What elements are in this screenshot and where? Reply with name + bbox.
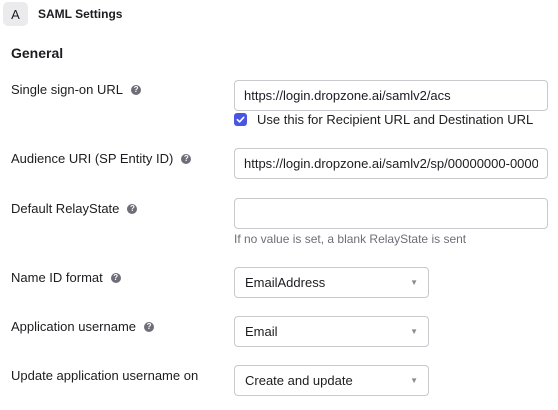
name-id-format-label-text: Name ID format: [11, 270, 103, 285]
settings-tab-header: A SAML Settings: [0, 0, 558, 28]
audience-uri-label-text: Audience URI (SP Entity ID): [11, 151, 174, 166]
recipient-url-checkbox[interactable]: [234, 113, 247, 126]
step-badge: A: [3, 2, 28, 26]
app-username-value: Email: [245, 324, 278, 339]
chevron-down-icon: ▼: [410, 376, 418, 385]
name-id-format-label: Name ID format ?: [11, 270, 121, 285]
chevron-down-icon: ▼: [410, 278, 418, 287]
audience-uri-label: Audience URI (SP Entity ID) ?: [11, 151, 192, 166]
sso-url-input[interactable]: [234, 80, 548, 111]
help-icon[interactable]: ?: [181, 153, 192, 164]
update-username-on-label: Update application username on: [11, 368, 198, 383]
sso-url-label-text: Single sign-on URL: [11, 82, 124, 97]
relay-state-hint: If no value is set, a blank RelayState i…: [234, 232, 467, 246]
chevron-down-icon: ▼: [410, 327, 418, 336]
relay-state-label: Default RelayState ?: [11, 201, 138, 216]
app-username-label: Application username ?: [11, 319, 155, 334]
help-icon[interactable]: ?: [110, 272, 121, 283]
sso-url-label: Single sign-on URL ?: [11, 82, 142, 97]
audience-uri-input[interactable]: [234, 148, 548, 179]
update-username-on-label-text: Update application username on: [11, 368, 199, 383]
name-id-format-value: EmailAddress: [245, 275, 326, 290]
checkmark-icon: [236, 116, 245, 123]
help-icon[interactable]: ?: [127, 203, 138, 214]
help-icon[interactable]: ?: [131, 84, 142, 95]
help-icon[interactable]: ?: [144, 321, 155, 332]
recipient-url-checkbox-label: Use this for Recipient URL and Destinati…: [257, 112, 534, 127]
update-username-on-select[interactable]: Create and update ▼: [234, 365, 429, 396]
relay-state-label-text: Default RelayState: [11, 201, 120, 216]
tab-title: SAML Settings: [38, 7, 123, 21]
recipient-url-checkbox-row[interactable]: Use this for Recipient URL and Destinati…: [234, 112, 533, 127]
relay-state-input[interactable]: [234, 198, 548, 229]
app-username-label-text: Application username: [11, 319, 137, 334]
section-title: General: [11, 45, 64, 61]
app-username-select[interactable]: Email ▼: [234, 316, 429, 347]
update-username-on-value: Create and update: [245, 373, 353, 388]
name-id-format-select[interactable]: EmailAddress ▼: [234, 267, 429, 298]
